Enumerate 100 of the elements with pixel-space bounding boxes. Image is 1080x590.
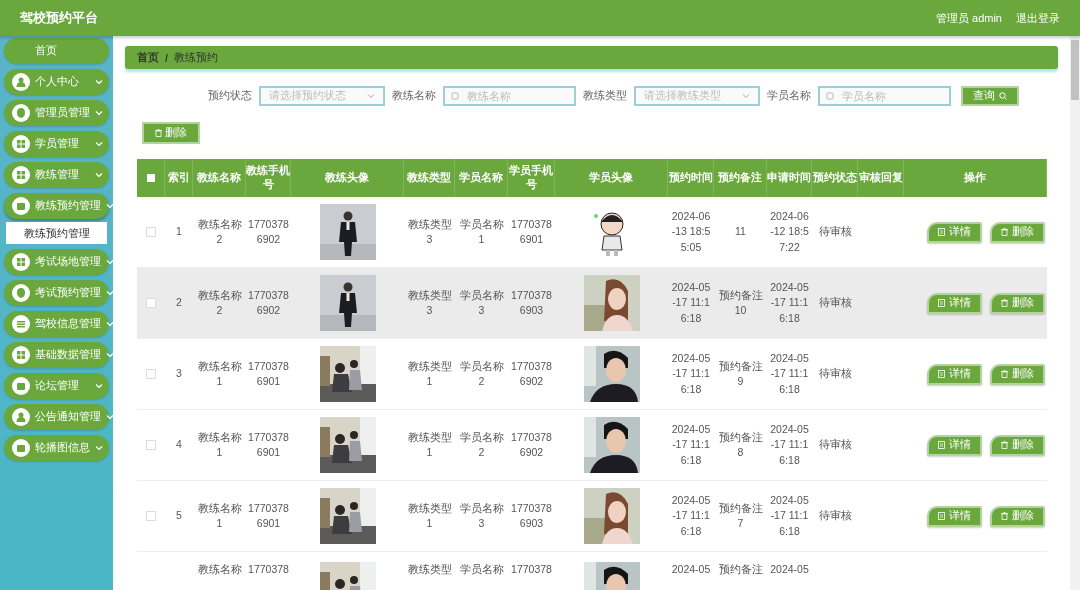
grid-icon <box>12 346 30 364</box>
table-cell-text: 教练类型3 <box>406 216 453 247</box>
table-cell-text: 教练类型3 <box>406 287 453 318</box>
table-cell-text: 17703786903 <box>510 500 553 531</box>
detail-button[interactable]: 详情 <box>926 505 982 527</box>
table-cell-text: 17703786901 <box>247 358 290 389</box>
sidebar-item[interactable]: 轮播图信息 <box>4 435 109 461</box>
sidebar-item[interactable]: 管理员管理 <box>4 100 109 126</box>
column-header: 申请时间 <box>767 171 811 185</box>
table-cell-text: 教练类型1 <box>406 358 453 389</box>
table-cell-text: 17703786902 <box>510 358 553 389</box>
sidebar-item[interactable]: 教练管理 <box>4 162 109 188</box>
sidebar-item[interactable]: 个人中心 <box>4 69 109 95</box>
table-cell-text: 2024-05-17 11:16:18 <box>670 422 712 468</box>
sidebar-subitem[interactable]: 教练预约管理 <box>6 222 107 244</box>
detail-button[interactable]: 详情 <box>926 292 982 314</box>
table-cell-text: 17703786901 <box>510 216 553 247</box>
chevron-icon <box>95 79 103 85</box>
column-header: 预约备注 <box>718 171 762 185</box>
trash-icon <box>1000 299 1008 307</box>
delete-button[interactable]: 删除 <box>142 122 200 144</box>
table-cell-text: 学员名称 <box>458 562 505 577</box>
row-checkbox[interactable] <box>146 227 156 237</box>
chevron-icon <box>95 110 103 116</box>
chevron-icon <box>367 93 375 99</box>
user-label: 管理员 admin <box>935 10 1002 26</box>
document-icon <box>937 441 945 449</box>
input-icon <box>451 92 459 100</box>
sidebar-item[interactable]: 学员管理 <box>4 131 109 157</box>
table-cell-text: 1 <box>175 224 183 240</box>
sidebar-item[interactable]: 首页 <box>4 38 109 64</box>
trash-icon <box>155 129 162 137</box>
select-all-checkbox[interactable] <box>146 174 155 182</box>
list-icon <box>12 315 30 333</box>
column-header: 预约状态 <box>812 171 857 185</box>
table-cell-text: 2024-06-12 18:57:22 <box>769 209 810 255</box>
table-cell-text: 2024-05-17 11:16:18 <box>769 422 810 468</box>
search-field[interactable]: 教练名称 <box>443 86 576 106</box>
chevron-icon <box>95 383 103 389</box>
table-cell-text: 预约备注9 <box>717 358 764 389</box>
logout-link[interactable]: 退出登录 <box>1016 10 1060 26</box>
filter-label: 预约状态 <box>208 89 252 103</box>
table-cell-text: 3 <box>175 366 183 382</box>
table-cell-text: 教练名称1 <box>196 429 243 460</box>
table-cell-text: 教练名称2 <box>196 287 243 318</box>
table-cell-text: 教练名称1 <box>196 358 243 389</box>
document-icon <box>937 512 945 520</box>
table-cell-text: 学员名称3 <box>458 287 505 318</box>
table-cell-text: 2024-05-17 11:16:18 <box>769 493 810 539</box>
row-checkbox[interactable] <box>146 511 156 521</box>
detail-button[interactable]: 详情 <box>926 434 982 456</box>
table-cell-text: 2024-05-17 11:16:18 <box>670 351 712 397</box>
table-cell-text: 预约备注7 <box>717 500 764 531</box>
scrollbar[interactable] <box>1070 36 1080 590</box>
grid-icon <box>12 166 30 184</box>
breadcrumb-item[interactable]: 首页 <box>137 50 159 65</box>
delete-button[interactable]: 删除 <box>989 505 1045 527</box>
person-icon <box>12 408 30 426</box>
filter-label: 教练类型 <box>583 89 627 103</box>
delete-button[interactable]: 删除 <box>989 292 1045 314</box>
table-cell-text: 待审核 <box>817 295 853 311</box>
person-icon <box>12 73 30 91</box>
breadcrumb-item: 教练预约 <box>173 50 218 65</box>
document-icon <box>937 299 945 307</box>
table-cell-text: 教练类型1 <box>406 429 453 460</box>
table-cell-text: 预约备注 <box>717 562 764 577</box>
table-cell-text: 2024-05-17 11:16:18 <box>769 280 810 326</box>
column-header: 预约时间 <box>668 171 713 185</box>
table-cell-text: 2 <box>175 295 183 311</box>
column-header: 学员名称 <box>459 171 503 185</box>
query-button[interactable]: 查询 <box>961 86 1019 106</box>
table-cell-text: 17703786902 <box>247 216 290 247</box>
chevron-icon <box>95 445 103 451</box>
table-cell-text: 待审核 <box>817 508 853 524</box>
column-header: 索引 <box>167 171 190 185</box>
row-checkbox[interactable] <box>146 298 156 308</box>
table-cell-text: 17703786902 <box>510 429 553 460</box>
delete-button[interactable]: 删除 <box>989 221 1045 243</box>
column-header: 学员头像 <box>589 171 633 185</box>
document-icon <box>937 370 945 378</box>
app-title: 驾校预约平台 <box>20 9 99 27</box>
table-cell-text: 教练名称1 <box>196 500 243 531</box>
detail-button[interactable]: 详情 <box>926 221 982 243</box>
input-icon <box>826 92 834 100</box>
detail-button[interactable]: 详情 <box>926 363 982 385</box>
table-cell-text: 1770378 <box>510 562 553 577</box>
delete-button[interactable]: 删除 <box>989 434 1045 456</box>
delete-button[interactable]: 删除 <box>989 363 1045 385</box>
table-cell-text: 2024-05-17 11:16:18 <box>670 280 712 326</box>
box-icon <box>12 377 30 395</box>
sidebar-item[interactable]: 论坛管理 <box>4 373 109 399</box>
chevron-icon <box>742 93 750 99</box>
table-cell-text: 17703786901 <box>247 500 290 531</box>
column-header: 教练头像 <box>325 171 369 185</box>
row-checkbox[interactable] <box>146 440 156 450</box>
table-cell-text: 待审核 <box>817 224 853 240</box>
table-cell-text: 2024-05 <box>769 562 810 577</box>
table-cell-text: 预约备注10 <box>717 287 764 318</box>
table-cell-text: 教练名称2 <box>196 216 243 247</box>
row-checkbox[interactable] <box>146 369 156 379</box>
